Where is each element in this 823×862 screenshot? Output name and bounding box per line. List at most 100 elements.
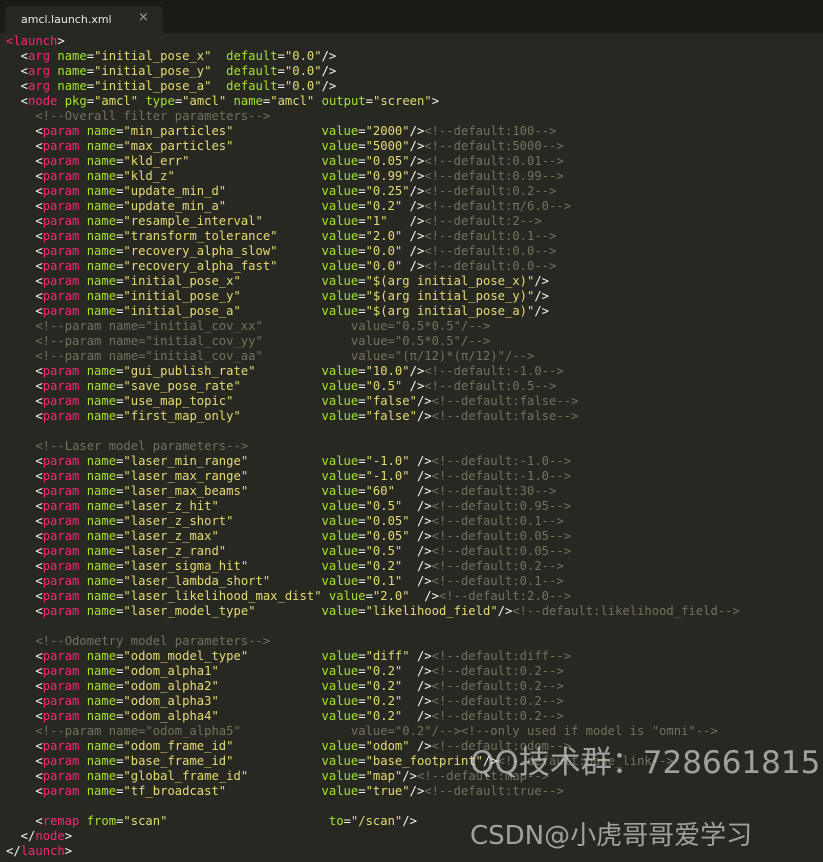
code-token-string: "likelihood_field" — [365, 604, 498, 618]
code-token-tag: param — [42, 454, 80, 468]
code-token-string: "diff" — [365, 649, 410, 663]
code-token-attribute: name — [86, 469, 117, 483]
code-token-comment: <!--default:0.99--> — [424, 169, 564, 183]
code-token-string: "laser_sigma_hit" — [123, 559, 322, 573]
code-token-punct: < — [6, 769, 43, 783]
code-token-punct: < — [6, 484, 43, 498]
code-token-punct: /> — [402, 544, 432, 558]
code-token-attribute: value — [321, 739, 359, 753]
code-token-punct — [79, 244, 86, 258]
code-token-punct: = — [277, 79, 285, 93]
code-token-string: "amcl" — [182, 94, 227, 108]
code-token-string: "min_particles" — [123, 124, 322, 138]
code-token-punct — [79, 604, 86, 618]
code-token-punct: < — [6, 214, 43, 228]
code-token-punct: < — [6, 574, 43, 588]
code-token-punct: < — [6, 79, 29, 93]
code-token-punct — [79, 304, 86, 318]
code-token-tag: param — [42, 214, 80, 228]
tab-bar: amcl.launch.xml × — [0, 0, 823, 33]
code-token-punct: = — [86, 79, 95, 93]
code-token-string: "transform_tolerance" — [123, 229, 322, 243]
code-token-comment: <!--default:5000--> — [424, 139, 564, 153]
code-line: <!--Overall filter parameters--> — [6, 109, 823, 124]
code-token-string: "0.2" — [365, 559, 403, 573]
code-token-string: "odom_alpha4" — [123, 709, 322, 723]
code-token-string: "0.05" — [365, 514, 410, 528]
code-token-punct: < — [6, 394, 43, 408]
code-token-tag: param — [42, 589, 80, 603]
code-line: <param name="initial_pose_y" value="$(ar… — [6, 289, 823, 304]
code-line: <param name="laser_z_hit" value="0.5" />… — [6, 499, 823, 514]
code-token-attribute: name — [86, 259, 117, 273]
code-token-tag: arg — [28, 49, 51, 63]
code-token-attribute: value — [321, 184, 359, 198]
code-token-punct — [79, 154, 86, 168]
code-token-tag: param — [42, 604, 80, 618]
code-token-punct — [211, 49, 226, 63]
code-token-attribute: value — [321, 784, 359, 798]
code-token-comment: <!--default:0.05--> — [431, 529, 572, 543]
code-token-punct: = — [358, 139, 366, 153]
tab-amcl-launch[interactable]: amcl.launch.xml × — [5, 6, 163, 33]
code-token-punct — [79, 484, 86, 498]
code-token-string: "0.1" — [365, 574, 403, 588]
code-line: <param name="recovery_alpha_slow" value=… — [6, 244, 823, 259]
code-token-punct: = — [358, 304, 366, 318]
code-token-punct: < — [6, 649, 43, 663]
code-token-tag: param — [42, 469, 80, 483]
code-token-punct — [79, 454, 86, 468]
code-token-tag: param — [42, 229, 80, 243]
code-token-punct — [79, 394, 86, 408]
code-token-tag: param — [42, 754, 80, 768]
code-token-attribute: name — [86, 484, 117, 498]
code-token-attribute: value — [321, 454, 359, 468]
code-token-punct: > — [57, 34, 65, 48]
code-line: <param name="laser_sigma_hit" value="0.2… — [6, 559, 823, 574]
code-token-punct — [79, 589, 86, 603]
code-token-string: "laser_min_range" — [123, 454, 322, 468]
code-token-punct — [79, 289, 86, 303]
code-token-string: "2.0" — [365, 229, 403, 243]
code-token-string: "initial_pose_a" — [94, 79, 212, 93]
code-line: <param name="odom_alpha2" value="0.2" />… — [6, 679, 823, 694]
close-icon[interactable]: × — [138, 10, 149, 25]
code-token-punct: < — [6, 694, 43, 708]
code-editor[interactable]: <launch> <arg name="initial_pose_x" defa… — [6, 34, 823, 862]
code-token-string: "odom" — [365, 739, 410, 753]
code-token-attribute: value — [321, 559, 359, 573]
code-token-tag: remap — [42, 814, 80, 828]
code-token-punct: = — [365, 94, 373, 108]
code-token-punct: < — [6, 364, 43, 378]
code-token-attribute: value — [321, 154, 359, 168]
code-line: <param name="laser_max_range" value="-1.… — [6, 469, 823, 484]
code-token-tag: param — [42, 259, 80, 273]
code-token-string: "base_footprint" — [365, 754, 483, 768]
code-token-punct: = — [358, 184, 366, 198]
code-token-punct: /> — [409, 529, 432, 543]
code-token-string: "initial_pose_y" — [94, 64, 212, 78]
code-token-string: "0.5" — [365, 379, 403, 393]
code-token-comment: <!--Overall filter parameters--> — [6, 109, 271, 123]
code-line: <launch> — [6, 34, 823, 49]
code-token-punct: /> — [402, 559, 432, 573]
code-token-attribute: value — [321, 649, 359, 663]
code-line: <param name="base_frame_id" value="base_… — [6, 754, 823, 769]
code-token-punct — [226, 94, 233, 108]
code-token-string: "update_min_d" — [123, 184, 322, 198]
code-token-tag: param — [42, 484, 80, 498]
code-token-punct: < — [6, 754, 43, 768]
code-token-string: "2.0" — [372, 589, 410, 603]
code-token-punct: = — [358, 154, 366, 168]
code-token-punct: /> — [402, 769, 417, 783]
code-token-comment: <!--default:-1.0--> — [431, 454, 572, 468]
code-token-punct: /> — [321, 79, 337, 93]
code-token-string: "laser_model_type" — [123, 604, 322, 618]
code-token-punct: < — [6, 604, 43, 618]
code-line: <param name="kld_err" value="0.05"/><!--… — [6, 154, 823, 169]
code-token-comment: <!--default:0.95--> — [431, 499, 572, 513]
code-token-comment: <!--default:0.01--> — [424, 154, 564, 168]
code-token-punct — [79, 649, 86, 663]
code-token-attribute: name — [86, 529, 117, 543]
